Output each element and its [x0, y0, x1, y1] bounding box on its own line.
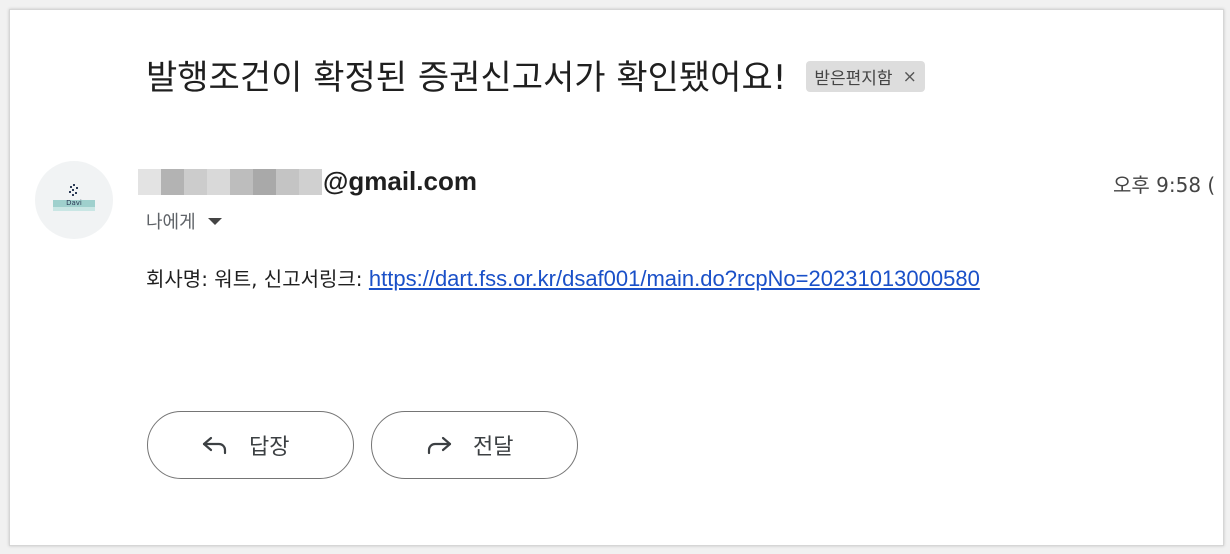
- filing-link[interactable]: https://dart.fss.or.kr/dsaf001/main.do?r…: [369, 266, 980, 291]
- reply-icon: [201, 435, 229, 455]
- sender-domain: @gmail.com: [323, 166, 477, 196]
- davi-logo-icon: Davi: [53, 184, 95, 211]
- redacted-sender-name: [138, 168, 322, 195]
- recipient-dropdown[interactable]: 나에게: [146, 208, 222, 234]
- inbox-label-chip[interactable]: 받은편지함 ×: [806, 61, 925, 92]
- sender-address[interactable]: @gmail.com: [138, 166, 477, 197]
- email-body: 회사명: 워트, 신고서링크: https://dart.fss.or.kr/d…: [146, 263, 980, 292]
- inbox-label-text: 받은편지함: [814, 69, 893, 89]
- forward-button[interactable]: 전달: [371, 411, 578, 479]
- avatar[interactable]: Davi: [35, 161, 113, 239]
- close-icon[interactable]: ×: [903, 67, 917, 87]
- forward-label: 전달: [473, 435, 514, 460]
- body-prefix: 회사명: 워트, 신고서링크:: [146, 267, 369, 291]
- recipient-label: 나에게: [146, 212, 196, 233]
- email-time: 오후 9:58 (: [1113, 173, 1216, 197]
- avatar-text: Davi: [66, 199, 82, 207]
- forward-icon: [425, 435, 453, 455]
- reply-label: 답장: [249, 435, 290, 460]
- email-subject: 발행조건이 확정된 증권신고서가 확인됐어요!: [146, 58, 787, 98]
- reply-button[interactable]: 답장: [147, 411, 354, 479]
- subject-row: 발행조건이 확정된 증권신고서가 확인됐어요! 받은편지함 ×: [146, 50, 925, 99]
- email-view: 발행조건이 확정된 증권신고서가 확인됐어요! 받은편지함 × Davi @gm…: [9, 9, 1224, 546]
- chevron-down-icon: [207, 217, 222, 225]
